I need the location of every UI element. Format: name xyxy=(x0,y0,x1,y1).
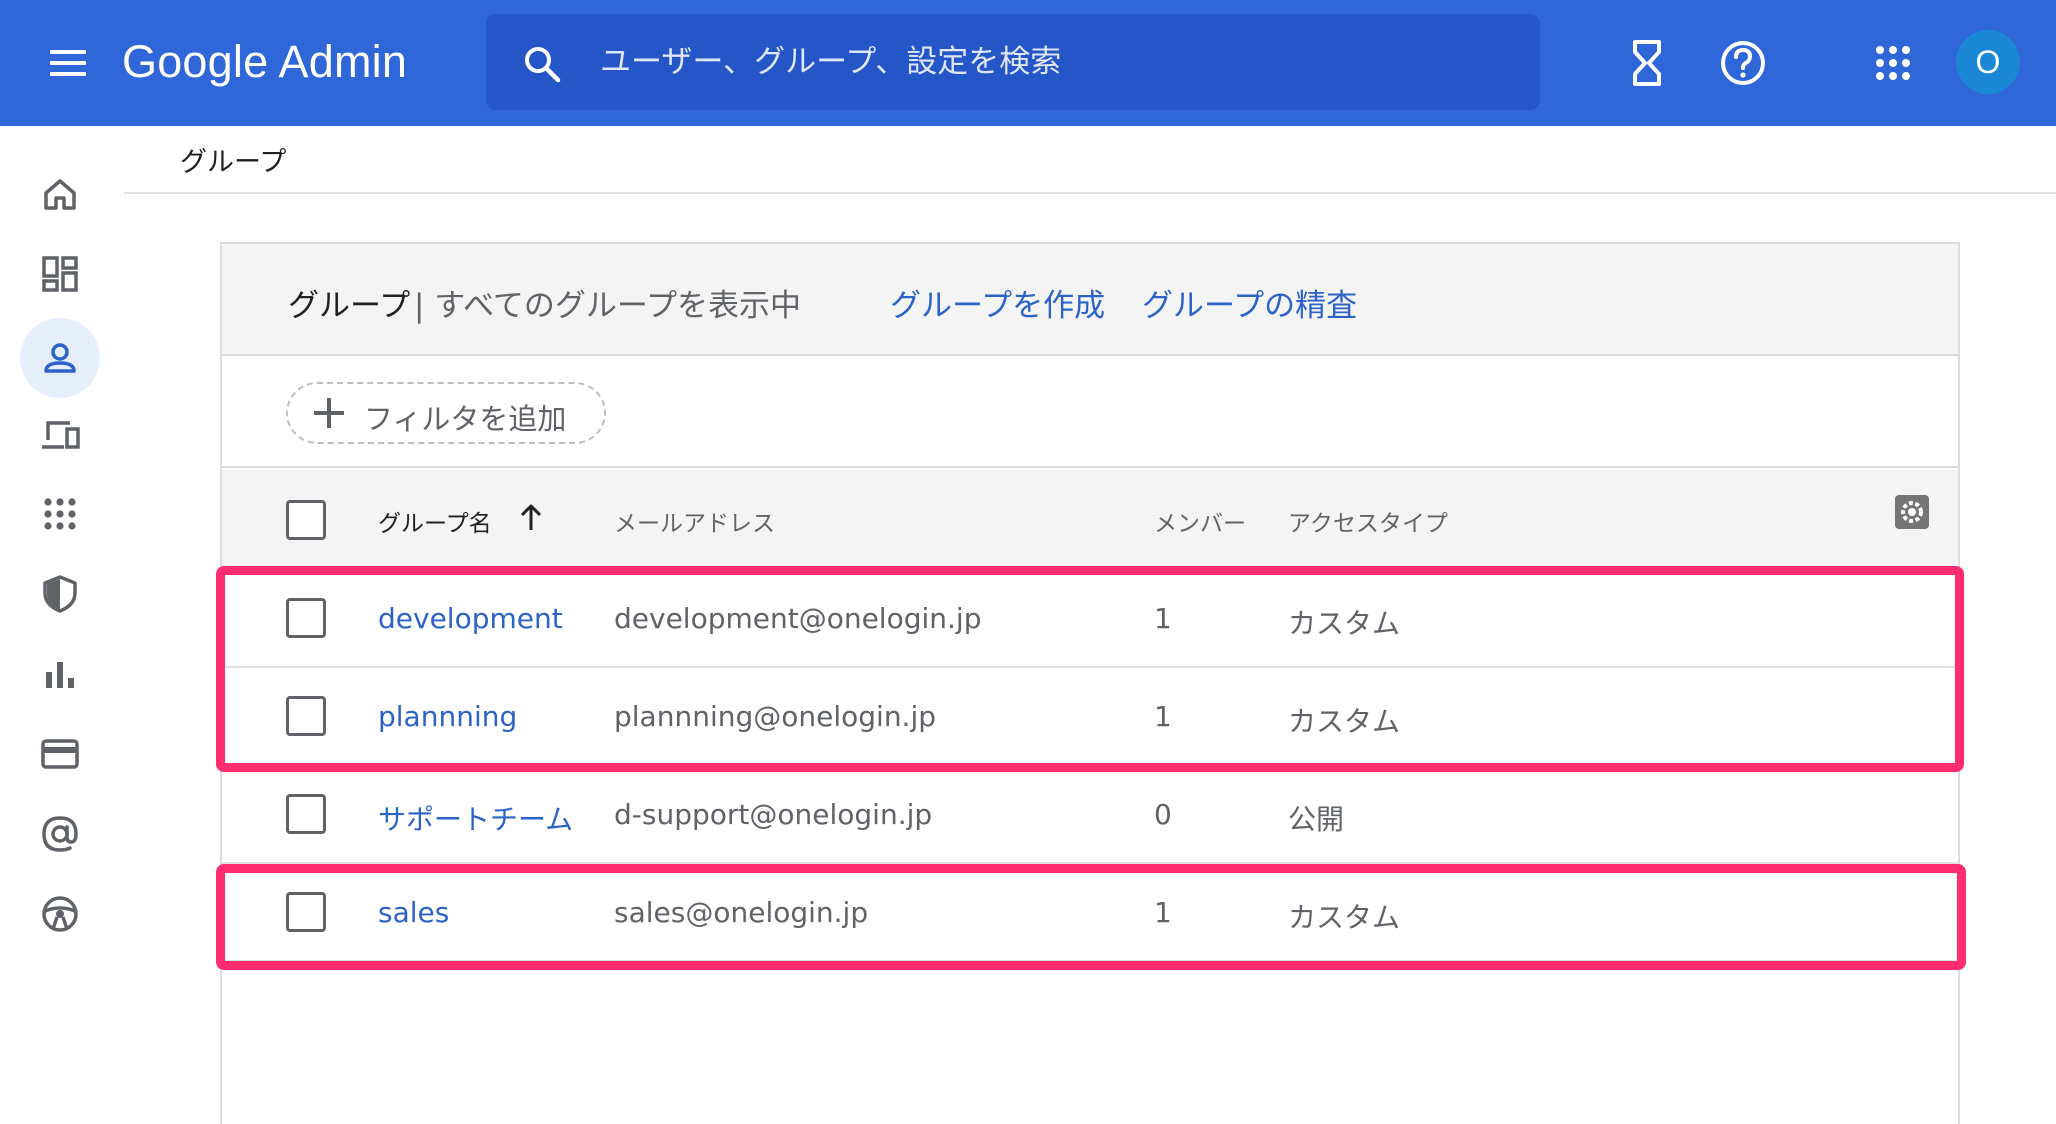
group-access-type: カスタム xyxy=(1288,705,1401,738)
app-logo[interactable]: Google Admin xyxy=(122,36,407,88)
group-member-count: 1 xyxy=(1154,602,1172,635)
sidebar-item-dashboard[interactable] xyxy=(20,234,100,314)
column-header-name[interactable]: グループ名 xyxy=(378,504,492,538)
group-name-link[interactable]: plannning xyxy=(378,700,517,733)
menu-icon-line xyxy=(50,61,86,65)
help-icon[interactable] xyxy=(1716,36,1770,90)
top-bar: Google Admin O xyxy=(0,0,2056,126)
filter-row: フィルタを追加 xyxy=(222,356,1958,468)
apps-icon xyxy=(44,498,76,530)
table-row: development development@onelogin.jp 1 カス… xyxy=(222,570,1958,668)
sidebar-item-apps[interactable] xyxy=(20,474,100,554)
table-row: サポートチーム d-support@onelogin.jp 0 公開 xyxy=(222,766,1958,864)
security-icon xyxy=(43,575,77,613)
users-icon xyxy=(44,343,76,373)
group-member-count: 1 xyxy=(1154,700,1172,733)
gear-icon[interactable] xyxy=(1892,492,1932,532)
search-input[interactable] xyxy=(600,34,1500,90)
hourglass-icon[interactable] xyxy=(1620,36,1674,90)
billing-icon xyxy=(41,739,79,769)
account-avatar[interactable]: O xyxy=(1956,30,2020,94)
search-icon[interactable] xyxy=(522,44,562,84)
domains-icon xyxy=(42,816,78,852)
breadcrumb-divider xyxy=(124,192,2056,194)
row-checkbox[interactable] xyxy=(286,598,326,638)
group-access-type: カスタム xyxy=(1288,901,1401,934)
group-email: development@onelogin.jp xyxy=(614,602,982,635)
group-name-link[interactable]: sales xyxy=(378,896,449,929)
add-filter-label: フィルタを追加 xyxy=(364,402,567,436)
table-row: plannning plannning@onelogin.jp 1 カスタム xyxy=(222,668,1958,766)
group-email: d-support@onelogin.jp xyxy=(614,798,933,831)
card-subtitle: | すべてのグループを表示中 xyxy=(414,288,802,324)
home-icon xyxy=(44,179,76,210)
sidebar xyxy=(0,126,122,1124)
groups-card: グループ | すべてのグループを表示中 グループを作成 グループの精査 フィルタ… xyxy=(220,242,1960,1124)
row-checkbox[interactable] xyxy=(286,892,326,932)
sidebar-item-home[interactable] xyxy=(20,154,100,234)
devices-icon xyxy=(42,421,80,449)
column-header-access[interactable]: アクセスタイプ xyxy=(1288,504,1448,538)
rules-icon xyxy=(42,896,78,932)
dashboard-icon xyxy=(42,256,78,292)
sidebar-item-rules[interactable] xyxy=(20,874,100,954)
group-member-count: 0 xyxy=(1154,798,1172,831)
column-header-email[interactable]: メールアドレス xyxy=(614,504,775,538)
table-header: グループ名 メールアドレス メンバー アクセスタイプ xyxy=(222,470,1958,570)
table-row: sales sales@onelogin.jp 1 カスタム xyxy=(222,864,1958,962)
menu-icon-line xyxy=(50,72,86,76)
create-group-button[interactable]: グループを作成 xyxy=(890,280,1105,325)
reports-icon xyxy=(46,662,74,688)
select-all-checkbox[interactable] xyxy=(286,500,326,540)
column-header-members[interactable]: メンバー xyxy=(1154,504,1246,538)
plus-icon xyxy=(312,396,346,430)
group-name-link[interactable]: サポートチーム xyxy=(378,798,573,838)
group-name-link[interactable]: development xyxy=(378,602,563,635)
sidebar-item-reports[interactable] xyxy=(20,634,100,714)
sidebar-item-devices[interactable] xyxy=(20,394,100,474)
inspect-groups-button[interactable]: グループの精査 xyxy=(1142,280,1357,325)
sort-ascending-icon[interactable] xyxy=(518,502,544,532)
group-email: plannning@onelogin.jp xyxy=(614,700,937,733)
apps-grid-icon[interactable] xyxy=(1866,36,1920,90)
row-checkbox[interactable] xyxy=(286,696,326,736)
group-access-type: カスタム xyxy=(1288,607,1401,640)
card-header: グループ | すべてのグループを表示中 グループを作成 グループの精査 xyxy=(222,244,1958,356)
sidebar-item-users[interactable] xyxy=(20,318,100,398)
breadcrumb: グループ xyxy=(180,147,287,178)
menu-icon-line xyxy=(50,50,86,54)
sidebar-item-security[interactable] xyxy=(20,554,100,634)
search-bar[interactable] xyxy=(486,14,1540,110)
main-menu-button[interactable] xyxy=(44,42,92,84)
card-title: グループ xyxy=(288,288,411,324)
group-email: sales@onelogin.jp xyxy=(614,896,869,929)
add-filter-button[interactable]: フィルタを追加 xyxy=(286,382,606,444)
group-member-count: 1 xyxy=(1154,896,1172,929)
sidebar-item-billing[interactable] xyxy=(20,714,100,794)
group-access-type: 公開 xyxy=(1288,803,1345,836)
row-checkbox[interactable] xyxy=(286,794,326,834)
sidebar-item-domains[interactable] xyxy=(20,794,100,874)
